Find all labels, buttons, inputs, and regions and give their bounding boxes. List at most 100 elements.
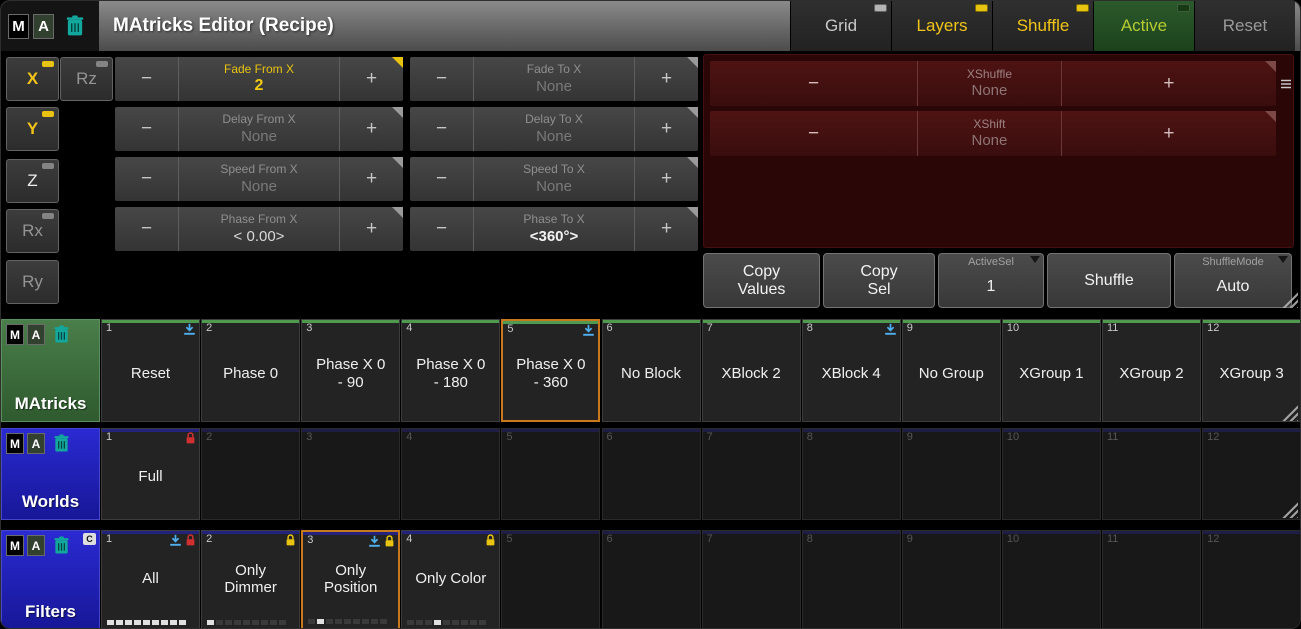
filters-pool-item-2[interactable]: 2Only Dimmer [201, 530, 300, 629]
axis-label: Z [27, 171, 37, 191]
shuffle-button[interactable]: Shuffle [1047, 253, 1171, 308]
value-area[interactable]: Delay From XNone [179, 107, 339, 151]
worlds-pool-item-10[interactable]: 10 [1002, 428, 1101, 520]
copy-sel-button[interactable]: Copy Sel [823, 253, 935, 308]
pool-color-strip [402, 429, 499, 432]
matricks-pool-item-11[interactable]: 11XGroup 2 [1102, 319, 1201, 422]
button-label: Reset [1223, 16, 1267, 36]
filter-block-dot [243, 620, 250, 625]
value-area[interactable]: XShuffleNone [918, 61, 1061, 106]
matricks-pool-item-6[interactable]: 6No Block [602, 319, 701, 422]
value-area[interactable]: Fade To XNone [474, 57, 634, 101]
axis-tab-y[interactable]: Y [6, 107, 59, 151]
pool-color-strip [803, 531, 900, 534]
titlebar-button-shuffle[interactable]: Shuffle [992, 1, 1093, 51]
matricks-pool-item-5[interactable]: 5Phase X 0 - 360 [501, 319, 600, 422]
axis-tab-x[interactable]: X [6, 57, 59, 101]
axis-tab-rz[interactable]: Rz [60, 57, 113, 101]
activesel-dropdown[interactable]: ActiveSel 1 [938, 253, 1044, 308]
pool-item-number: 8 [807, 431, 813, 443]
matricks-pool-item-1[interactable]: 1Reset [101, 319, 200, 422]
filters-pool-item-7[interactable]: 7 [702, 530, 801, 629]
value-area[interactable]: Speed To XNone [474, 157, 634, 201]
matricks-pool-item-7[interactable]: 7XBlock 2 [702, 319, 801, 422]
copy-values-button[interactable]: Copy Values [703, 253, 820, 308]
worlds-pool-item-7[interactable]: 7 [702, 428, 801, 520]
matricks-pool-item-3[interactable]: 3Phase X 0 - 90 [301, 319, 400, 422]
worlds-pool-item-4[interactable]: 4 [401, 428, 500, 520]
filters-pool-item-5[interactable]: 5 [501, 530, 600, 629]
value-area[interactable]: Speed From XNone [179, 157, 339, 201]
scrollbar-grip-icon[interactable] [1280, 77, 1292, 95]
cell-value: None [536, 178, 572, 195]
matricks-pool-item-4[interactable]: 4Phase X 0 - 180 [401, 319, 500, 422]
decrement-button[interactable]: − [410, 57, 474, 101]
worlds-pool-item-12[interactable]: 12 [1202, 428, 1301, 520]
cell-label: Delay To X [525, 113, 583, 126]
shufflemode-dropdown[interactable]: ShuffleMode Auto [1174, 253, 1292, 308]
corner-fold-icon [687, 207, 698, 218]
matricks-pool-item-10[interactable]: 10XGroup 1 [1002, 319, 1101, 422]
decrement-button[interactable]: − [410, 107, 474, 151]
decrement-button[interactable]: − [115, 207, 179, 251]
filters-pool-item-6[interactable]: 6 [602, 530, 701, 629]
increment-button[interactable]: + [1061, 61, 1276, 106]
decrement-button[interactable]: − [115, 157, 179, 201]
value-area[interactable]: Delay To XNone [474, 107, 634, 151]
trash-icon[interactable] [65, 15, 85, 37]
worlds-pool-item-6[interactable]: 6 [602, 428, 701, 520]
filter-block-dot [371, 619, 378, 624]
pool-item-label: Only Dimmer [212, 543, 289, 615]
pool-item-number: 7 [707, 533, 713, 545]
dropdown-arrow-icon [1278, 256, 1288, 263]
axis-label: Rx [22, 221, 43, 241]
filters-pool-item-12[interactable]: 12 [1202, 530, 1301, 629]
value-area[interactable]: Phase To X<360°> [474, 207, 634, 251]
decrement-button[interactable]: − [710, 61, 918, 106]
matricks-pool-item-2[interactable]: 2Phase 0 [201, 319, 300, 422]
filters-pool-item-8[interactable]: 8 [802, 530, 901, 629]
worlds-pool-item-9[interactable]: 9 [902, 428, 1001, 520]
decrement-button[interactable]: − [115, 57, 179, 101]
download-icon [169, 533, 182, 551]
worlds-pool-item-3[interactable]: 3 [301, 428, 400, 520]
filter-block-dot [344, 619, 351, 624]
matricks-pool-item-8[interactable]: 8XBlock 4 [802, 319, 901, 422]
titlebar-button-grid[interactable]: Grid [790, 1, 891, 51]
titlebar-button-reset[interactable]: Reset [1194, 1, 1295, 51]
filters-pool-item-4[interactable]: 4Only Color [401, 530, 500, 629]
filters-pool-item-11[interactable]: 11 [1102, 530, 1201, 629]
filters-pool-item-1[interactable]: 1All [101, 530, 200, 629]
axis-tab-rx[interactable]: Rx [6, 209, 59, 253]
cell-value: None [241, 128, 277, 145]
matricks-editor-window: M A MAtricks Editor (Recipe) GridLayersS… [0, 0, 1301, 629]
pool-item-label: Only Color [412, 543, 489, 615]
axis-tab-ry[interactable]: Ry [6, 260, 59, 304]
filters-pool-item-10[interactable]: 10 [1002, 530, 1101, 629]
worlds-pool-item-8[interactable]: 8 [802, 428, 901, 520]
axis-tab-z[interactable]: Z [6, 159, 59, 203]
titlebar-button-active[interactable]: Active [1093, 1, 1194, 51]
worlds-pool-item-5[interactable]: 5 [501, 428, 600, 520]
worlds-pool-item-1[interactable]: 1Full [101, 428, 200, 520]
decrement-button[interactable]: − [115, 107, 179, 151]
matricks-pool-item-9[interactable]: 9No Group [902, 319, 1001, 422]
matricks-pool-item-12[interactable]: 12XGroup 3 [1202, 319, 1301, 422]
value-area[interactable]: Phase From X< 0.00> [179, 207, 339, 251]
value-area[interactable]: XShiftNone [918, 111, 1061, 156]
decrement-button[interactable]: − [710, 111, 918, 156]
lock-icon [185, 533, 196, 551]
titlebar-button-layers[interactable]: Layers [891, 1, 992, 51]
filters-pool-item-9[interactable]: 9 [902, 530, 1001, 629]
axis-indicator-led [96, 61, 108, 67]
window-titlebar[interactable]: M A MAtricks Editor (Recipe) GridLayersS… [1, 1, 1300, 51]
shuffle-cell-xshuffle: −XShuffleNone+ [710, 61, 1276, 106]
worlds-pool-item-11[interactable]: 11 [1102, 428, 1201, 520]
increment-button[interactable]: + [1061, 111, 1276, 156]
decrement-button[interactable]: − [410, 157, 474, 201]
filters-pool-item-3[interactable]: 3Only Position [301, 530, 400, 629]
decrement-button[interactable]: − [410, 207, 474, 251]
filter-block-dot [353, 619, 360, 624]
value-area[interactable]: Fade From X2 [179, 57, 339, 101]
worlds-pool-item-2[interactable]: 2 [201, 428, 300, 520]
